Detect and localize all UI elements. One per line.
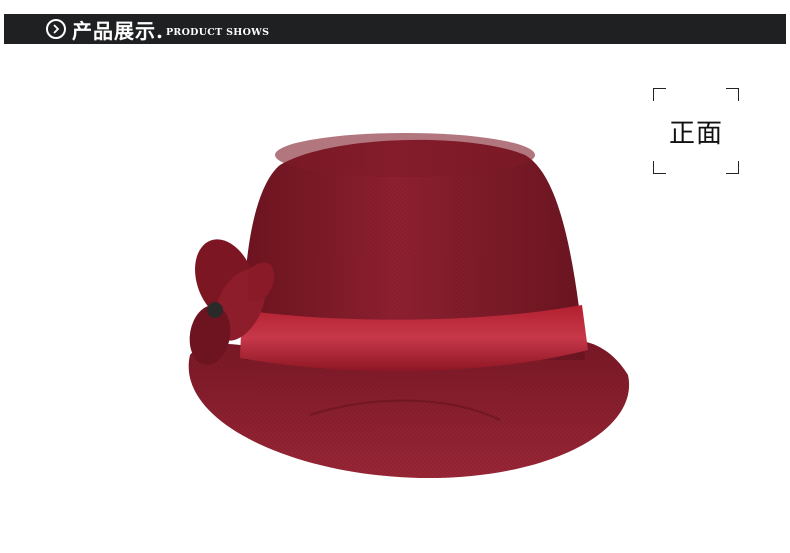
- view-label-frame: 正面: [653, 88, 739, 174]
- product-image-hat: [188, 133, 630, 479]
- section-header: 产品展示. PRODUCT SHOWS: [4, 14, 786, 44]
- chevron-right-icon: [46, 19, 66, 39]
- section-title: 产品展示.: [72, 18, 164, 43]
- section-subtitle: PRODUCT SHOWS: [165, 26, 270, 38]
- view-label: 正面: [668, 118, 723, 149]
